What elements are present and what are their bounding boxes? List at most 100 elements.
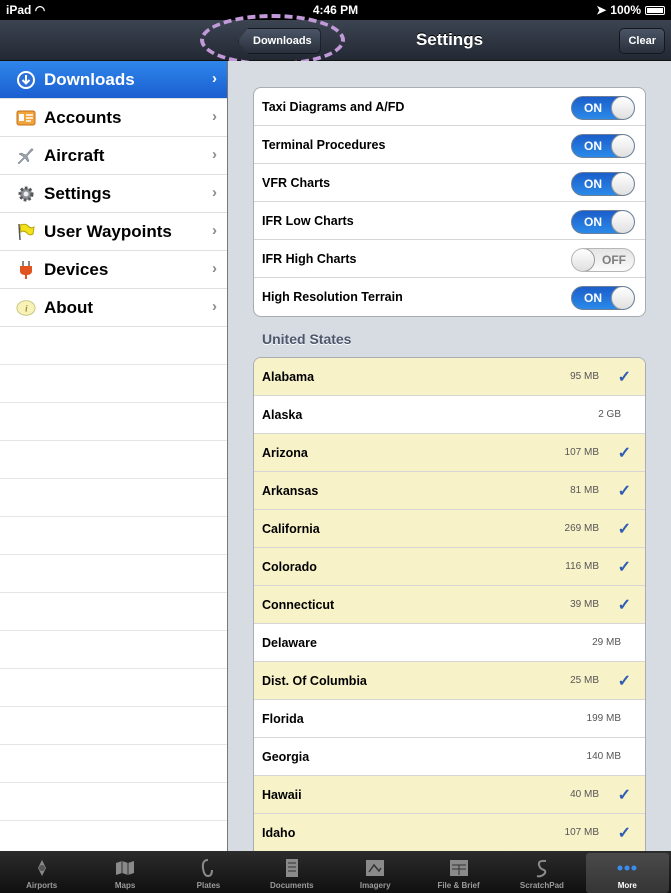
state-row-alabama[interactable]: Alabama 95 MB ✓: [254, 358, 645, 396]
settings-nav-bar: Downloads Settings Clear: [200, 14, 671, 66]
state-row-colorado[interactable]: Colorado 116 MB ✓: [254, 548, 645, 586]
states-list: Alabama 95 MB ✓ Alaska 2 GB Arizona 107 …: [253, 357, 646, 851]
tab-file-brief[interactable]: File & Brief: [417, 851, 500, 893]
battery-icon: [645, 5, 665, 15]
empty-row: [0, 821, 227, 851]
chevron-right-icon: ›: [212, 70, 217, 87]
chevron-right-icon: ›: [212, 260, 217, 277]
scratchpad-icon: [531, 858, 553, 878]
battery-status: ➤ 100%: [596, 3, 665, 17]
state-row-alaska[interactable]: Alaska 2 GB: [254, 396, 645, 434]
checkmark-icon: ✓: [617, 369, 631, 386]
chevron-right-icon: ›: [212, 146, 217, 163]
taxi-diagrams-switch[interactable]: ON: [571, 96, 635, 120]
file-brief-icon: [448, 858, 470, 878]
tab-label: Maps: [114, 881, 136, 890]
download-size: 2 GB: [598, 409, 621, 420]
tab-label: Imagery: [359, 881, 391, 890]
state-row-idaho[interactable]: Idaho 107 MB ✓: [254, 814, 645, 851]
state-name: Colorado: [262, 559, 317, 574]
toggle-label: High Resolution Terrain: [262, 290, 403, 304]
switch-state: ON: [584, 215, 602, 229]
terminal-procedures-switch[interactable]: ON: [571, 134, 635, 158]
chevron-right-icon: ›: [212, 222, 217, 239]
state-name: Hawaii: [262, 787, 302, 802]
download-size: 107 MB: [564, 447, 599, 458]
chevron-right-icon: ›: [212, 108, 217, 125]
state-row-florida[interactable]: Florida 199 MB: [254, 700, 645, 738]
ifr-high-charts-switch[interactable]: OFF: [571, 248, 635, 272]
empty-row: [0, 593, 227, 631]
chevron-right-icon: ›: [212, 184, 217, 201]
state-row-delaware[interactable]: Delaware 29 MB: [254, 624, 645, 662]
tab-label: File & Brief: [437, 881, 480, 890]
checkmark-icon: ✓: [617, 787, 631, 804]
tab-label: More: [617, 881, 637, 890]
sidebar-item-devices[interactable]: Devices ›: [0, 251, 227, 289]
state-row-arizona[interactable]: Arizona 107 MB ✓: [254, 434, 645, 472]
clear-button[interactable]: Clear: [619, 28, 665, 54]
high-resolution-terrain-switch[interactable]: ON: [571, 286, 635, 310]
download-icon: [16, 70, 36, 90]
sidebar-item-downloads[interactable]: Downloads ›: [0, 61, 227, 99]
empty-row: [0, 327, 227, 365]
tab-documents[interactable]: Documents: [250, 851, 333, 893]
status-bar: iPad ◠ 4:46 PM ➤ 100%: [0, 0, 671, 20]
switch-state: ON: [584, 139, 602, 153]
switch-knob: [611, 97, 634, 119]
status-time: 4:46 PM: [312, 3, 359, 17]
sidebar-item-label: Devices: [44, 259, 109, 279]
imagery-icon: [364, 858, 386, 878]
toggle-row-taxi-diagrams: Taxi Diagrams and A/FD ON: [254, 88, 645, 126]
sidebar-item-user-waypoints[interactable]: User Waypoints ›: [0, 213, 227, 251]
tab-label: Documents: [270, 881, 314, 890]
tab-plates[interactable]: Plates: [167, 851, 250, 893]
sidebar-item-settings[interactable]: Settings ›: [0, 175, 227, 213]
empty-row: [0, 707, 227, 745]
checkmark-icon: ✓: [617, 597, 631, 614]
more-dots-icon: [616, 858, 638, 878]
download-size: 107 MB: [564, 827, 599, 838]
toggle-row-ifr-high-charts: IFR High Charts OFF: [254, 240, 645, 278]
checkmark-icon: ✓: [617, 825, 631, 842]
checkmark-icon: ✓: [617, 483, 631, 500]
state-row-dist-of-columbia[interactable]: Dist. Of Columbia 25 MB ✓: [254, 662, 645, 700]
sidebar-nav-bar: [0, 20, 228, 61]
chevron-right-icon: ›: [212, 298, 217, 315]
state-row-hawaii[interactable]: Hawaii 40 MB ✓: [254, 776, 645, 814]
tab-airports[interactable]: Airports: [0, 851, 83, 893]
download-size: 25 MB: [570, 675, 599, 686]
state-row-arkansas[interactable]: Arkansas 81 MB ✓: [254, 472, 645, 510]
flag-icon: [16, 222, 36, 242]
page-title: Settings: [415, 30, 484, 49]
empty-row: [0, 517, 227, 555]
info-icon: i: [16, 298, 36, 318]
toggle-row-vfr-charts: VFR Charts ON: [254, 164, 645, 202]
state-row-georgia[interactable]: Georgia 140 MB: [254, 738, 645, 776]
section-header-united-states: United States: [262, 331, 352, 347]
sidebar-item-accounts[interactable]: Accounts ›: [0, 99, 227, 137]
empty-row: [0, 631, 227, 669]
switch-knob: [572, 249, 595, 271]
state-row-connecticut[interactable]: Connecticut 39 MB ✓: [254, 586, 645, 624]
tab-scratchpad[interactable]: ScratchPad: [500, 851, 583, 893]
airplane-icon: [16, 146, 36, 166]
gear-icon: [16, 184, 36, 204]
ifr-low-charts-switch[interactable]: ON: [571, 210, 635, 234]
sidebar-item-label: Downloads: [44, 69, 135, 89]
tab-maps[interactable]: Maps: [83, 851, 166, 893]
sidebar-item-label: Aircraft: [44, 145, 105, 165]
tab-imagery[interactable]: Imagery: [334, 851, 417, 893]
tab-bar: Airports Maps Plates Documents Imagery F…: [0, 851, 671, 893]
state-row-california[interactable]: California 269 MB ✓: [254, 510, 645, 548]
vfr-charts-switch[interactable]: ON: [571, 172, 635, 196]
tab-more[interactable]: More: [585, 853, 669, 893]
state-name: California: [262, 521, 320, 536]
download-size: 39 MB: [570, 599, 599, 610]
sidebar-item-aircraft[interactable]: Aircraft ›: [0, 137, 227, 175]
sidebar-item-about[interactable]: i About ›: [0, 289, 227, 327]
switch-knob: [611, 135, 634, 157]
sidebar-item-label: Accounts: [44, 107, 122, 127]
state-name: Idaho: [262, 825, 296, 840]
download-size: 199 MB: [586, 713, 621, 724]
